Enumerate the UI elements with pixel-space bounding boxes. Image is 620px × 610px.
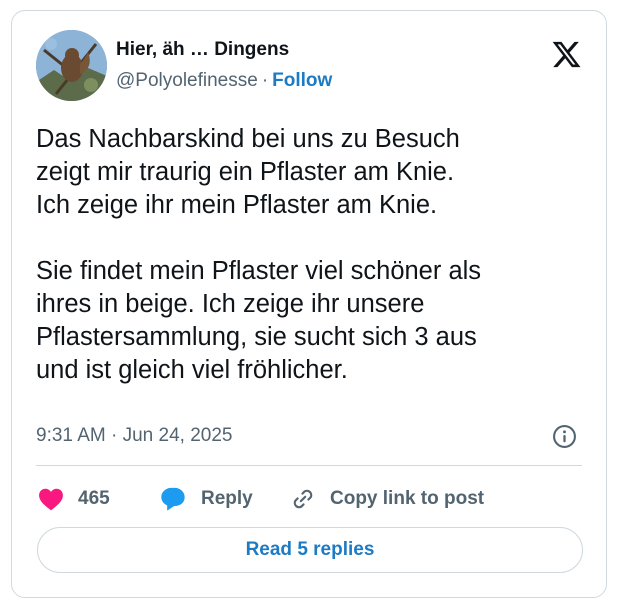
author-avatar[interactable] (36, 30, 107, 101)
handle-separator: · (261, 70, 269, 91)
tweet-line: Das Nachbarskind bei uns zu Besuch (36, 125, 460, 153)
author-display-name[interactable]: Hier, äh … Dingens (116, 39, 289, 61)
squirrel-avatar-icon (36, 30, 107, 101)
tweet-line: ihres in beige. Ich zeige ihr unsere (36, 290, 425, 318)
like-button[interactable]: 465 (38, 484, 110, 514)
link-icon (293, 489, 313, 509)
tweet-card: Hier, äh … Dingens @Polyolefinesse · Follo… (11, 10, 607, 598)
read-replies-button[interactable]: Read 5 replies (37, 527, 583, 573)
heart-icon (39, 488, 63, 511)
follow-link[interactable]: Follow (272, 70, 332, 91)
author-handle[interactable]: @Polyolefinesse (116, 70, 258, 91)
reply-bubble-icon (161, 487, 185, 511)
tweet-date: Jun 24, 2025 (122, 425, 233, 446)
author-handle-row: @Polyolefinesse · Follow (116, 70, 332, 92)
tweet-text: Das Nachbarskind bei uns zu Besuch zeigt… (36, 123, 581, 387)
tweet-line: Ich zeige ihr mein Pflaster am Knie. (36, 191, 438, 219)
action-bar: 465 Reply Copy link to post (38, 484, 578, 514)
divider (36, 465, 582, 466)
tweet-timestamp[interactable]: 9:31 AM · Jun 24, 2025 (36, 425, 232, 447)
reply-label: Reply (201, 488, 253, 509)
tweet-line: Pflastersammlung, sie sucht sich 3 aus (36, 323, 477, 351)
x-logo-icon[interactable] (551, 39, 582, 70)
copy-link-label: Copy link to post (330, 488, 485, 509)
tweet-line: Sie findet mein Pflaster viel schöner al… (36, 257, 482, 285)
like-count: 465 (78, 488, 110, 509)
tweet-line: und ist gleich viel fröhlicher. (36, 356, 348, 384)
tweet-time: 9:31 AM (36, 425, 106, 446)
tweet-line: zeigt mir traurig ein Pflaster am Knie. (36, 158, 455, 186)
copy-link-button[interactable]: Copy link to post (290, 484, 484, 514)
info-icon[interactable] (552, 424, 577, 449)
date-separator: · (111, 425, 118, 446)
reply-button[interactable]: Reply (159, 484, 253, 514)
